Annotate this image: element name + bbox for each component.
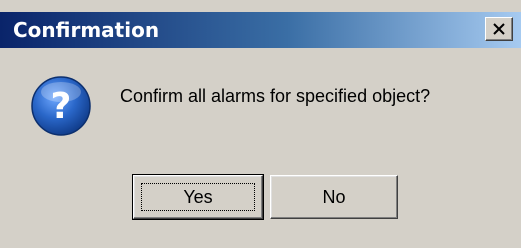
title-bar[interactable]: Confirmation	[0, 12, 521, 48]
close-icon	[493, 23, 505, 35]
dialog-title: Confirmation	[13, 18, 160, 42]
no-button-label: No	[322, 186, 346, 207]
yes-button[interactable]: Yes	[132, 174, 264, 220]
svg-text:?: ?	[51, 86, 72, 127]
no-button[interactable]: No	[270, 175, 398, 219]
dialog-message: Confirm all alarms for specified object?	[120, 86, 431, 106]
confirmation-dialog: Confirmation ? Confirm all alarms for sp…	[0, 0, 521, 248]
yes-button-label: Yes	[183, 186, 213, 207]
close-button[interactable]	[485, 17, 513, 41]
question-icon: ?	[31, 76, 91, 136]
